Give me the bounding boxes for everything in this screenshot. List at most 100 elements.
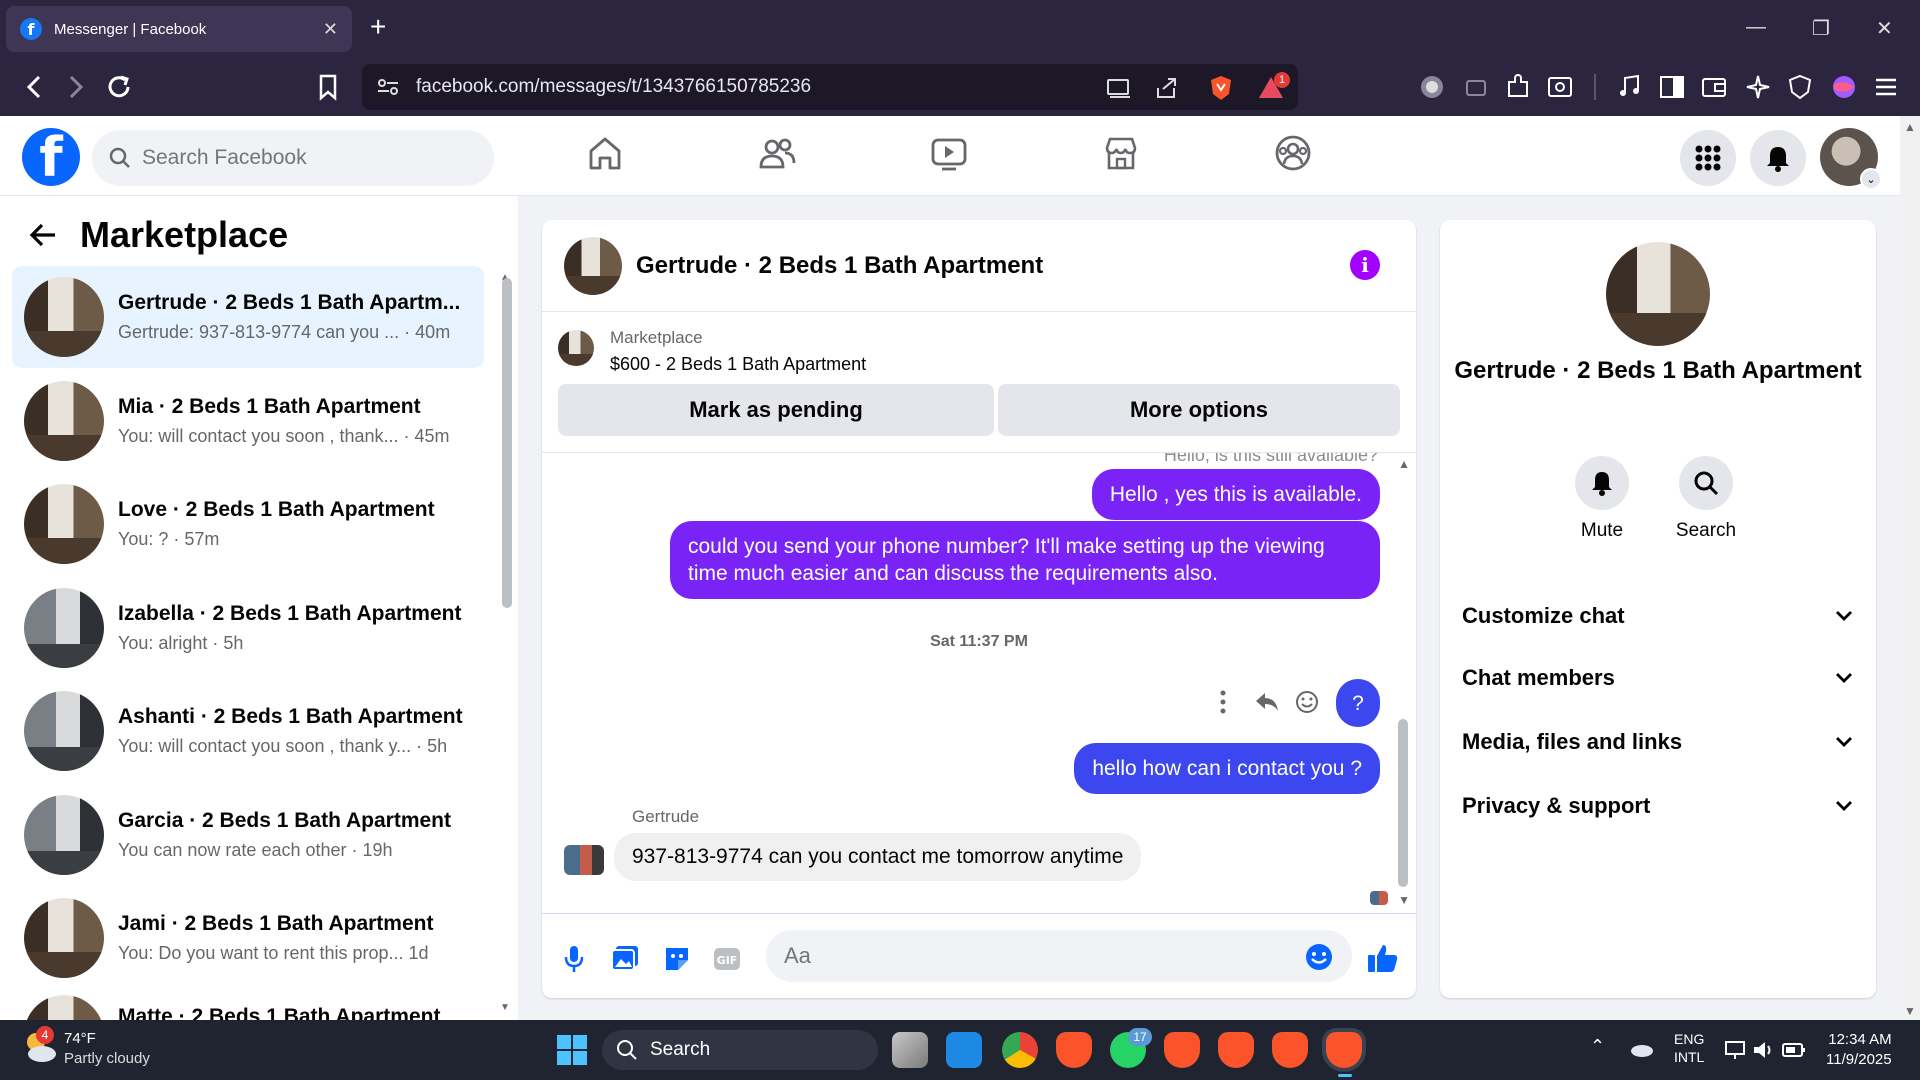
notifications-button[interactable] [1750,130,1806,186]
microphone-icon[interactable] [562,944,586,974]
info-icon[interactable]: i [1350,250,1380,280]
chat-title[interactable]: Gertrude · 2 Beds 1 Bath Apartment [636,252,1043,280]
wallet-icon[interactable] [1700,73,1728,101]
conversation-item-love[interactable]: Love · 2 Beds 1 Bath Apartment You: ? · 5… [12,473,484,575]
chat-members-row[interactable]: Chat members [1462,658,1854,698]
conversation-list-scrollbar[interactable] [502,278,512,608]
site-settings-icon[interactable] [376,77,400,97]
groups-icon[interactable] [1274,134,1312,172]
language-indicator[interactable]: ENG INTL [1674,1030,1704,1066]
message-bubble-received[interactable]: 937-813-9774 can you contact me tomorrow… [614,833,1142,881]
message-bubble-sent[interactable]: could you send your phone number? It'll … [670,521,1380,599]
conversation-item-garcia[interactable]: Garcia · 2 Beds 1 Bath Apartment You can … [12,784,484,886]
battery-icon[interactable] [1782,1042,1806,1058]
more-actions-icon[interactable] [1218,689,1228,715]
react-emoji-icon[interactable] [1294,689,1320,715]
volume-icon[interactable] [1752,1040,1774,1060]
search-chat-button[interactable]: Search [1666,456,1746,542]
facebook-logo-icon[interactable]: f [22,128,80,186]
mark-as-pending-button[interactable]: Mark as pending [558,384,994,436]
home-icon[interactable] [586,134,624,172]
scroll-up-icon[interactable]: ▲ [1398,457,1410,471]
scroll-down-icon[interactable]: ▼ [1398,893,1410,907]
forward-icon[interactable] [62,72,90,102]
profile-avatar[interactable] [1606,242,1710,346]
customize-chat-row[interactable]: Customize chat [1462,596,1854,636]
cast-icon[interactable] [1106,77,1132,99]
conversation-item-gertrude[interactable]: Gertrude · 2 Beds 1 Bath Apartm... Gertru… [12,266,484,368]
show-hidden-icons-icon[interactable]: ⌃ [1590,1036,1605,1057]
record-icon[interactable] [1418,73,1446,101]
message-scrollbar[interactable] [1398,719,1408,887]
reply-icon[interactable] [1254,689,1280,713]
message-bubble-sent[interactable]: Hello , yes this is available. [1091,469,1380,520]
account-avatar[interactable]: ⌄ [1820,128,1882,190]
task-view-icon[interactable] [892,1032,928,1068]
minimize-icon[interactable]: — [1746,16,1766,39]
like-thumb-icon[interactable] [1366,942,1400,974]
system-clock[interactable]: 12:34 AM 11/9/2025 [1826,1030,1892,1070]
sender-avatar[interactable] [564,845,604,875]
leo-ai-icon[interactable] [1744,73,1772,101]
privacy-support-row[interactable]: Privacy & support [1462,786,1854,826]
chrome-icon[interactable] [1002,1032,1038,1068]
chat-avatar[interactable] [564,236,622,295]
sidebar-icon[interactable] [1658,73,1686,101]
taskbar-search[interactable]: Search [602,1030,878,1070]
windows-start-icon[interactable] [556,1034,588,1066]
back-arrow-icon[interactable] [28,220,58,250]
brave-browser-icon[interactable] [1056,1032,1092,1068]
share-icon[interactable] [1154,76,1180,100]
scroll-down-icon[interactable]: ▼ [1904,1004,1916,1018]
message-input-box[interactable] [766,930,1352,982]
marketplace-icon[interactable] [1102,134,1140,172]
facebook-search[interactable] [92,130,494,186]
facebook-search-input[interactable] [142,146,462,170]
wallet-ext-icon[interactable] [1462,73,1490,101]
network-icon[interactable] [1724,1040,1748,1060]
new-tab-icon[interactable]: + [370,12,386,42]
onedrive-icon[interactable] [1628,1040,1654,1058]
message-bubble-sent[interactable]: ? [1336,679,1380,727]
gif-icon[interactable]: GIF [712,946,742,972]
weather-widget[interactable]: 4 74°F Partly cloudy [22,1026,150,1067]
message-bubble-sent[interactable]: hello how can i contact you ? [1074,743,1380,794]
watch-icon[interactable] [930,134,968,172]
back-icon[interactable] [20,72,48,102]
message-input[interactable] [784,943,1284,969]
media-files-links-row[interactable]: Media, files and links [1462,722,1854,762]
restore-icon[interactable]: ❐ [1812,16,1830,41]
browser-tab-messenger[interactable]: f Messenger | Facebook ✕ [6,6,352,52]
brave-profile-icon[interactable] [1164,1032,1200,1068]
conversation-item-matte[interactable]: Matte · 2 Beds 1 Bath Apartment [12,991,484,1020]
more-options-button[interactable]: More options [998,384,1400,436]
close-tab-icon[interactable]: ✕ [323,19,338,40]
conversation-item-izabella[interactable]: Izabella · 2 Beds 1 Bath Apartment You: a… [12,577,484,679]
friends-icon[interactable] [758,134,796,172]
vpn-icon[interactable] [1786,73,1814,101]
brave-profile-icon[interactable] [1218,1032,1254,1068]
reload-icon[interactable] [104,72,134,102]
page-scrollbar[interactable]: ▲ ▼ [1900,116,1920,1020]
brave-shields-icon[interactable] [1208,74,1234,102]
address-bar[interactable]: facebook.com/messages/t/1343766150785236… [362,64,1298,110]
media-icon[interactable] [1616,73,1644,101]
conversation-item-jami[interactable]: Jami · 2 Beds 1 Bath Apartment You: Do yo… [12,887,484,989]
photo-icon[interactable] [610,944,640,972]
scroll-down-icon[interactable]: ▼ [500,1002,510,1013]
scroll-up-icon[interactable]: ▲ [1904,120,1916,134]
brave-profile-icon[interactable] [1272,1032,1308,1068]
notepad-icon[interactable] [946,1032,982,1068]
extensions-icon[interactable] [1504,73,1532,101]
bookmark-icon[interactable] [316,72,340,102]
screenshot-icon[interactable] [1546,73,1574,101]
menu-grid-button[interactable] [1680,130,1736,186]
brave-profile-active-icon[interactable] [1326,1032,1362,1068]
sticker-icon[interactable] [662,944,692,974]
close-window-icon[interactable]: ✕ [1876,16,1893,41]
mute-button[interactable]: Mute [1562,456,1642,542]
menu-icon[interactable] [1872,73,1900,101]
profile-icon[interactable] [1830,73,1858,101]
conversation-item-ashanti[interactable]: Ashanti · 2 Beds 1 Bath Apartment You: wi… [12,680,484,782]
emoji-icon[interactable] [1304,942,1334,972]
